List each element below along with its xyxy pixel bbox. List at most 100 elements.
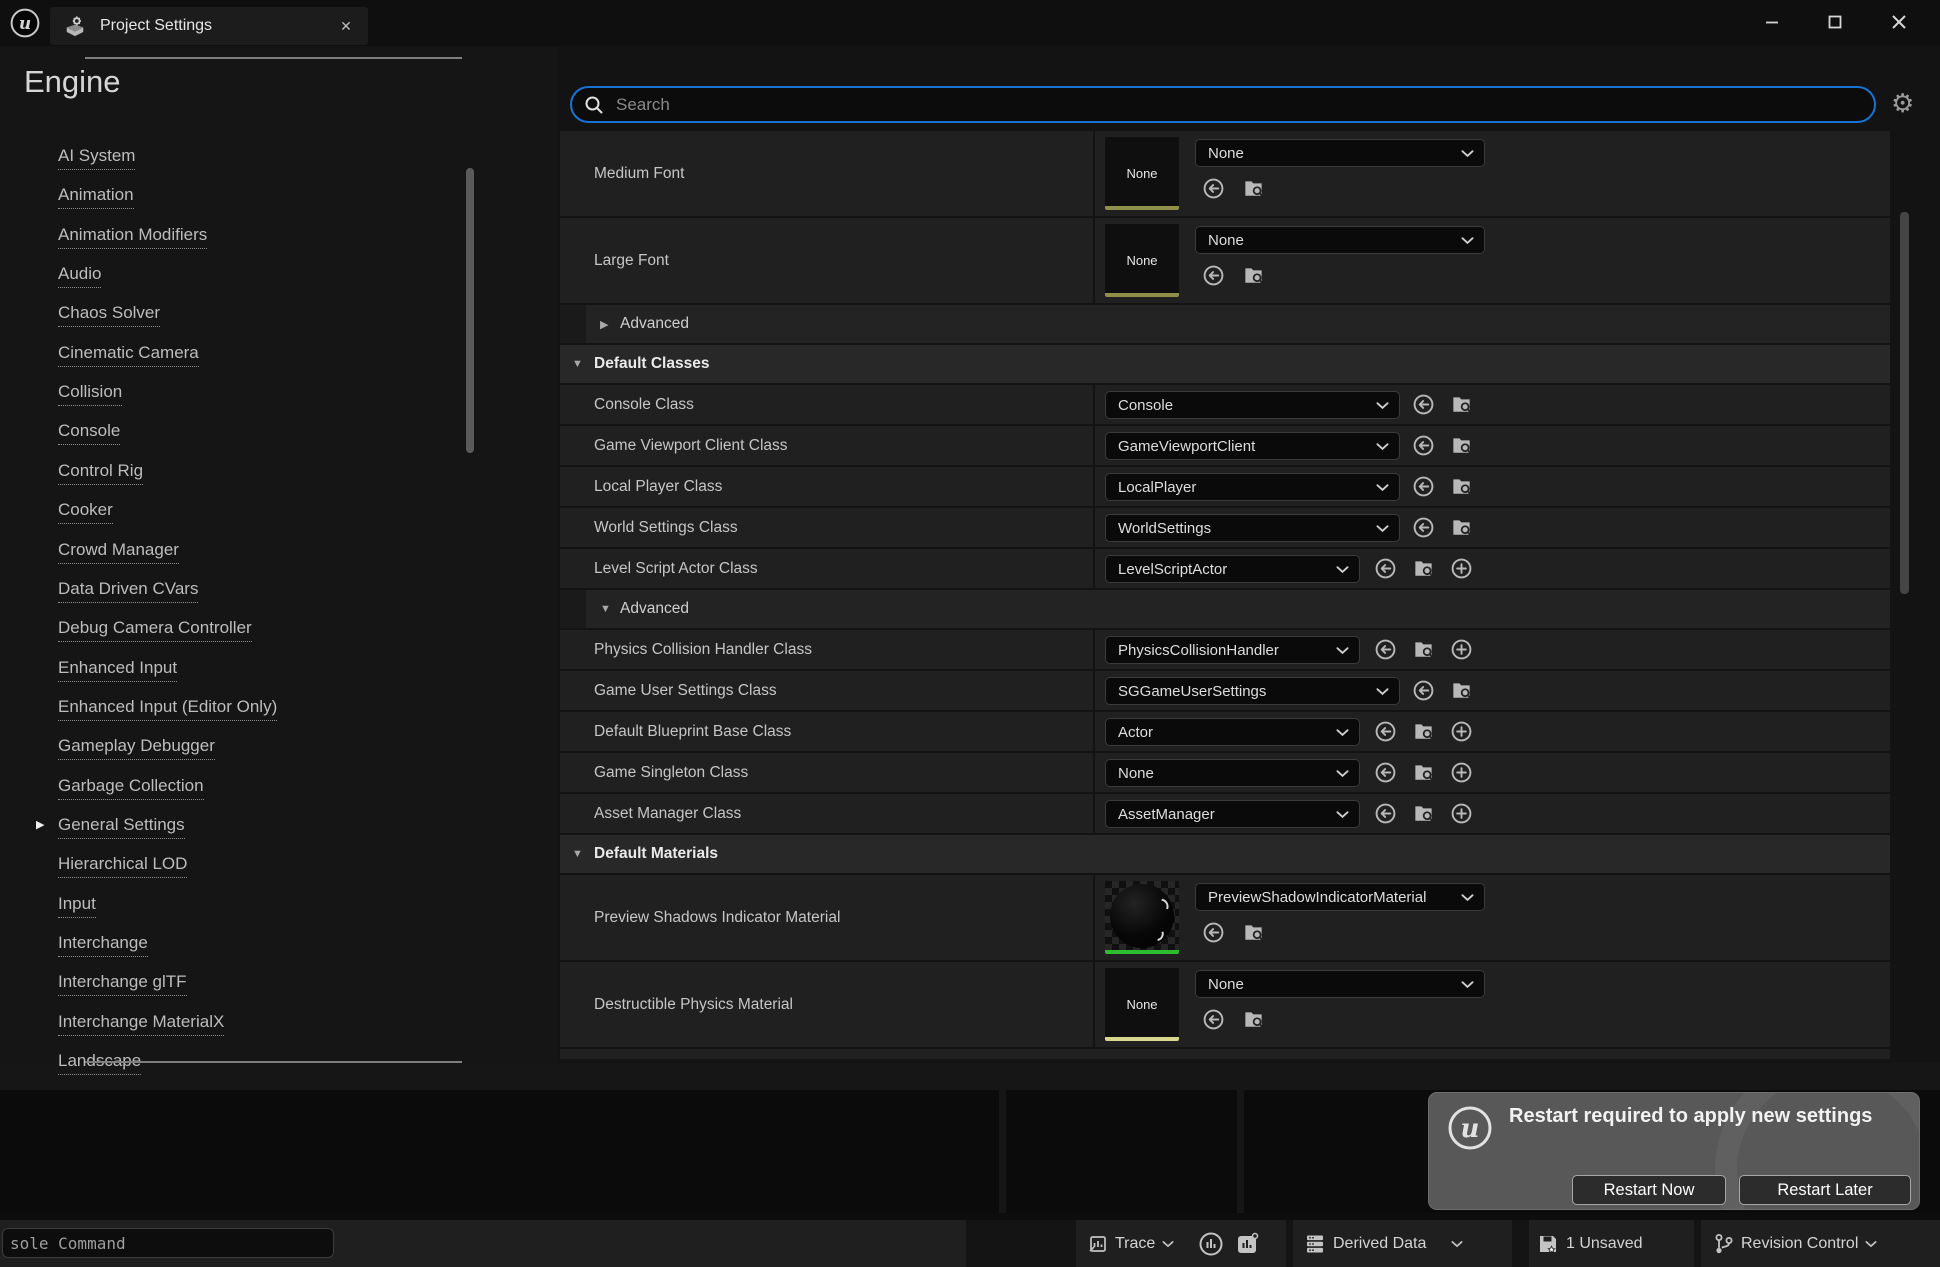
search-input[interactable] (614, 94, 1874, 116)
asset-thumbnail[interactable]: None (1105, 137, 1179, 210)
asset-thumbnail[interactable]: None (1105, 968, 1179, 1041)
settings-gear-icon[interactable]: ⚙ (1891, 90, 1914, 116)
browse-to-asset-icon[interactable] (1242, 1008, 1265, 1031)
insights-session-button[interactable] (1198, 1231, 1224, 1257)
restart-later-button[interactable]: Restart Later (1739, 1175, 1911, 1205)
trace-snapshot-button[interactable] (1234, 1231, 1260, 1257)
search-bar[interactable] (570, 86, 1876, 123)
unsaved-changes-button[interactable]: 1 Unsaved (1537, 1233, 1650, 1255)
sidebar-item-animation-modifiers[interactable]: Animation Modifiers (58, 225, 207, 249)
browse-to-asset-icon[interactable] (1412, 761, 1435, 784)
sidebar-item-chaos-solver[interactable]: Chaos Solver (58, 303, 160, 327)
sidebar-item-enhanced-input[interactable]: Enhanced Input (58, 658, 177, 682)
sidebar-item-input[interactable]: Input (58, 894, 96, 918)
use-selected-asset-icon[interactable] (1412, 393, 1435, 416)
class-dropdown[interactable]: PhysicsCollisionHandler (1105, 636, 1360, 664)
sidebar-item-gameplay-debugger[interactable]: Gameplay Debugger (58, 736, 215, 760)
add-new-class-icon[interactable] (1450, 557, 1473, 580)
sidebar-item-ai-system[interactable]: AI System (58, 146, 135, 170)
class-dropdown[interactable]: Console (1105, 391, 1400, 419)
use-selected-asset-icon[interactable] (1202, 264, 1225, 287)
expand-triangle-icon[interactable]: ▼ (600, 590, 611, 628)
use-selected-asset-icon[interactable] (1412, 679, 1435, 702)
use-selected-asset-icon[interactable] (1374, 720, 1397, 743)
class-dropdown[interactable]: AssetManager (1105, 800, 1360, 828)
browse-to-asset-icon[interactable] (1412, 638, 1435, 661)
use-selected-asset-icon[interactable] (1374, 557, 1397, 580)
sidebar-item-cooker[interactable]: Cooker (58, 500, 113, 524)
add-new-class-icon[interactable] (1450, 638, 1473, 661)
sidebar-item-garbage-collection[interactable]: Garbage Collection (58, 776, 204, 800)
panel-scrollbar[interactable] (1900, 212, 1909, 594)
revision-control-menu[interactable]: Revision Control (1712, 1233, 1877, 1255)
use-selected-asset-icon[interactable] (1412, 516, 1435, 539)
browse-to-asset-icon[interactable] (1450, 434, 1473, 457)
use-selected-asset-icon[interactable] (1412, 475, 1435, 498)
sidebar-item-interchange[interactable]: Interchange (58, 933, 148, 957)
asset-dropdown[interactable]: None (1195, 139, 1485, 167)
browse-to-asset-icon[interactable] (1412, 720, 1435, 743)
asset-thumbnail[interactable]: None (1105, 224, 1179, 297)
class-dropdown[interactable]: Actor (1105, 718, 1360, 746)
window-close-button[interactable] (1882, 6, 1916, 38)
class-dropdown[interactable]: LevelScriptActor (1105, 555, 1360, 583)
sidebar-item-cinematic-camera[interactable]: Cinematic Camera (58, 343, 199, 367)
sidebar-item-audio[interactable]: Audio (58, 264, 101, 288)
sidebar-item-control-rig[interactable]: Control Rig (58, 461, 143, 485)
use-selected-asset-icon[interactable] (1374, 761, 1397, 784)
add-new-class-icon[interactable] (1450, 802, 1473, 825)
asset-dropdown[interactable]: None (1195, 970, 1485, 998)
use-selected-asset-icon[interactable] (1202, 921, 1225, 944)
use-selected-asset-icon[interactable] (1202, 177, 1225, 200)
sidebar-scrollbar[interactable] (466, 168, 474, 453)
browse-to-asset-icon[interactable] (1412, 557, 1435, 580)
sidebar-item-interchange-materialx[interactable]: Interchange MaterialX (58, 1012, 224, 1036)
browse-to-asset-icon[interactable] (1412, 802, 1435, 825)
collapse-triangle-icon[interactable]: ▼ (572, 835, 583, 873)
tab-close-icon[interactable]: ✕ (336, 16, 356, 36)
use-selected-asset-icon[interactable] (1202, 1008, 1225, 1031)
class-dropdown[interactable]: WorldSettings (1105, 514, 1400, 542)
sidebar-item-interchange-gltf[interactable]: Interchange glTF (58, 972, 187, 996)
selected-item-arrow-icon[interactable]: ▶ (36, 818, 44, 831)
collapse-triangle-icon[interactable]: ▶ (600, 305, 608, 343)
use-selected-asset-icon[interactable] (1374, 638, 1397, 661)
asset-dropdown[interactable]: None (1195, 226, 1485, 254)
browse-to-asset-icon[interactable] (1450, 475, 1473, 498)
sidebar-item-landscape[interactable]: Landscape (58, 1051, 141, 1075)
sidebar-item-debug-camera-controller[interactable]: Debug Camera Controller (58, 618, 252, 642)
collapse-triangle-icon[interactable]: ▼ (572, 345, 583, 383)
add-new-class-icon[interactable] (1450, 761, 1473, 784)
browse-to-asset-icon[interactable] (1450, 393, 1473, 416)
sidebar-item-enhanced-input-editor-only-[interactable]: Enhanced Input (Editor Only) (58, 697, 277, 721)
restart-now-button[interactable]: Restart Now (1572, 1175, 1726, 1205)
sidebar-item-hierarchical-lod[interactable]: Hierarchical LOD (58, 854, 187, 878)
use-selected-asset-icon[interactable] (1374, 802, 1397, 825)
use-selected-asset-icon[interactable] (1412, 434, 1435, 457)
browse-to-asset-icon[interactable] (1450, 679, 1473, 702)
sidebar-item-animation[interactable]: Animation (58, 185, 134, 209)
add-new-class-icon[interactable] (1450, 720, 1473, 743)
class-dropdown[interactable]: LocalPlayer (1105, 473, 1400, 501)
trace-menu[interactable]: Trace (1088, 1234, 1174, 1254)
asset-thumbnail[interactable] (1105, 881, 1179, 954)
class-dropdown[interactable]: None (1105, 759, 1360, 787)
window-maximize-button[interactable] (1818, 6, 1852, 38)
browse-to-asset-icon[interactable] (1242, 921, 1265, 944)
window-minimize-button[interactable] (1755, 6, 1789, 38)
asset-dropdown[interactable]: PreviewShadowIndicatorMaterial (1195, 883, 1485, 911)
browse-to-asset-icon[interactable] (1450, 516, 1473, 539)
derived-data-menu[interactable]: Derived Data (1304, 1233, 1463, 1255)
sidebar-item-console[interactable]: Console (58, 421, 120, 445)
sidebar-item-collision[interactable]: Collision (58, 382, 122, 406)
console-command-input[interactable] (2, 1228, 334, 1258)
revision-control-icon (1712, 1233, 1734, 1255)
browse-to-asset-icon[interactable] (1242, 264, 1265, 287)
sidebar-item-data-driven-cvars[interactable]: Data Driven CVars (58, 579, 198, 603)
tab-project-settings[interactable]: Project Settings ✕ (50, 7, 368, 45)
browse-to-asset-icon[interactable] (1242, 177, 1265, 200)
class-dropdown[interactable]: GameViewportClient (1105, 432, 1400, 460)
sidebar-item-general-settings[interactable]: General Settings (58, 815, 185, 839)
sidebar-item-crowd-manager[interactable]: Crowd Manager (58, 540, 179, 564)
class-dropdown[interactable]: SGGameUserSettings (1105, 677, 1400, 705)
